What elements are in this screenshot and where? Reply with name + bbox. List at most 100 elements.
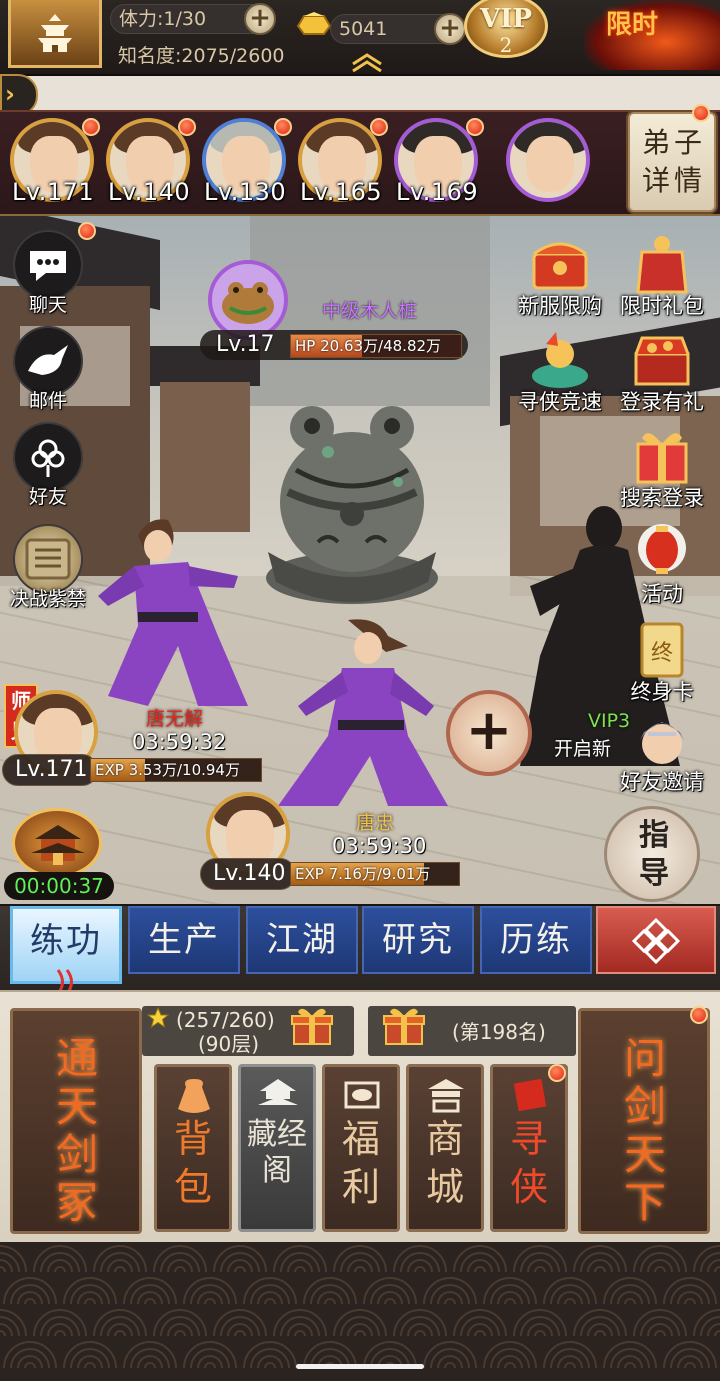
event-banner[interactable]: 限时: [584, 0, 720, 70]
right-menu-label: 搜索登录: [620, 486, 704, 510]
mid-left-building: [160, 382, 250, 532]
left-menu-label: 邮件: [28, 390, 67, 412]
guide-label: 指导: [639, 818, 669, 891]
panel-button[interactable]: 商城: [406, 1064, 484, 1232]
tab-item[interactable]: 江湖: [246, 906, 358, 974]
disciple-face: [526, 136, 574, 192]
left-menu-item[interactable]: 好友: [8, 422, 88, 508]
disciple-level: Lv.165: [300, 178, 383, 206]
disciple-alert-dot: [466, 118, 484, 136]
chest-icon: [526, 230, 594, 298]
add-gold-button[interactable]: +: [434, 13, 466, 45]
add-disciple-button[interactable]: +: [446, 690, 532, 776]
sword-world-button[interactable]: 问剑天下: [578, 1008, 710, 1234]
right-menu-label: 活动: [641, 582, 683, 606]
panel-button[interactable]: 藏经阁: [238, 1064, 316, 1232]
sword-world-alert-dot: [690, 1006, 708, 1024]
seal-icon: [13, 524, 83, 594]
left-menu-label: 聊天: [28, 294, 67, 316]
enemy-name: 中级木人桩: [322, 300, 418, 322]
senior-level: Lv.171: [2, 754, 98, 786]
disciple-detail-button[interactable]: 弟子详情: [628, 112, 716, 212]
right-menu-item[interactable]: 搜索登录: [612, 422, 712, 510]
left-menu-item[interactable]: 邮件: [8, 326, 88, 412]
panel-button-label: 寻侠: [509, 1117, 548, 1209]
tab-item[interactable]: 研究: [362, 906, 474, 974]
card-icon: 终: [628, 616, 696, 684]
treasure-icon: [628, 326, 696, 394]
shop-icon: [424, 1075, 468, 1115]
enemy-hp-bar: HP 20.63万/48.82万: [290, 334, 462, 358]
tab-more[interactable]: [596, 906, 716, 974]
junior-level: Lv.140: [200, 858, 296, 890]
right-menu-item[interactable]: 好友邀请: [612, 706, 712, 794]
right-menu-label: 寻侠竞速: [518, 390, 602, 414]
chevron-up-icon[interactable]: [350, 52, 384, 72]
palace-button[interactable]: [12, 808, 102, 878]
rank-gift-icon[interactable]: [380, 1004, 428, 1048]
panel-button-label: 背包: [173, 1117, 212, 1209]
right-menu-item[interactable]: 登录有礼: [612, 326, 712, 414]
vip-label: VIP: [480, 4, 532, 34]
lantern-icon: [628, 518, 696, 586]
right-menu-item[interactable]: 终终身卡: [612, 616, 712, 704]
red-gift-icon: [628, 422, 696, 490]
dove-icon: [13, 326, 83, 396]
disciple-level: Lv.169: [396, 178, 479, 206]
bag-icon: [172, 1075, 216, 1115]
disciple-level: Lv.171: [12, 178, 95, 206]
gift-box-icon[interactable]: [288, 1004, 336, 1048]
disciple-portrait[interactable]: [506, 118, 590, 202]
tab-bar: 练功 生产 江湖 研究 历练: [0, 904, 720, 990]
tower-progress: (257/260): [176, 1008, 275, 1032]
disciple-detail-label: 弟子详情: [641, 126, 706, 197]
left-menu-item[interactable]: 聊天: [8, 230, 88, 316]
home-indicator[interactable]: [296, 1364, 424, 1369]
guide-button[interactable]: 指导: [604, 806, 700, 902]
star-icon: [146, 1006, 170, 1029]
rank-text: (第198名): [452, 1020, 546, 1044]
right-menu-label: 限时礼包: [620, 294, 704, 318]
vip-badge[interactable]: VIP 2: [464, 0, 548, 58]
right-menu-item[interactable]: 新服限购: [510, 230, 610, 318]
right-menu-label: 好友邀请: [620, 770, 704, 794]
sect-home-button[interactable]: [8, 0, 102, 68]
left-menu-label: 好友: [28, 486, 67, 508]
panel-button-label: 福利: [341, 1117, 380, 1209]
right-menu-item[interactable]: 寻侠竞速: [510, 326, 610, 414]
panel-button[interactable]: 背包: [154, 1064, 232, 1232]
lattice-flower-icon: [631, 917, 681, 965]
disciple-alert-dot: [370, 118, 388, 136]
add-stamina-button[interactable]: +: [244, 3, 276, 35]
senior-timer: 03:59:32: [132, 730, 227, 754]
detail-alert-dot: [692, 104, 710, 122]
senior-fighter: [98, 519, 248, 706]
left-menu-item[interactable]: 决战紫禁: [8, 524, 88, 610]
junior-name: 唐忠: [356, 812, 395, 834]
vip-level: 2: [499, 33, 513, 57]
disciple-alert-dot: [82, 118, 100, 136]
panel-button[interactable]: 寻侠: [490, 1064, 568, 1232]
sword-tomb-label: 通天剑冢: [55, 1034, 98, 1227]
panel-button-label: 商城: [425, 1117, 464, 1209]
senior-name: 唐无解: [146, 708, 204, 730]
footer-pattern: [0, 1242, 720, 1381]
chat-icon: [13, 230, 83, 300]
training-dummy[interactable]: [258, 392, 446, 608]
junior-exp-bar: EXP 7.16万/9.01万: [290, 862, 460, 886]
sword-tomb-button[interactable]: 通天剑冢: [10, 1008, 142, 1234]
panel-button[interactable]: 福利: [322, 1064, 400, 1232]
disciple-level: Lv.140: [108, 178, 191, 206]
top-status-bar: 体力:1/30 + 知名度:2075/2600 5041 + VIP 2 限时: [0, 0, 720, 76]
race-icon: [526, 326, 594, 394]
right-menu-item[interactable]: 限时礼包: [612, 230, 712, 318]
disciple-alert-dot: [274, 118, 292, 136]
tab-item[interactable]: 历练: [480, 906, 592, 974]
gold-ingot-icon: [296, 12, 332, 35]
bottom-panel: 通天剑冢 问剑天下 (257/260) (90层) (第198名) 背包 藏经阁福…: [0, 990, 720, 1242]
enemy-portrait: [208, 260, 288, 340]
scroll-icon: [508, 1075, 552, 1115]
tab-item[interactable]: 生产: [128, 906, 240, 974]
right-menu-item[interactable]: 活动: [612, 518, 712, 606]
chat-alert-dot: [78, 222, 96, 240]
